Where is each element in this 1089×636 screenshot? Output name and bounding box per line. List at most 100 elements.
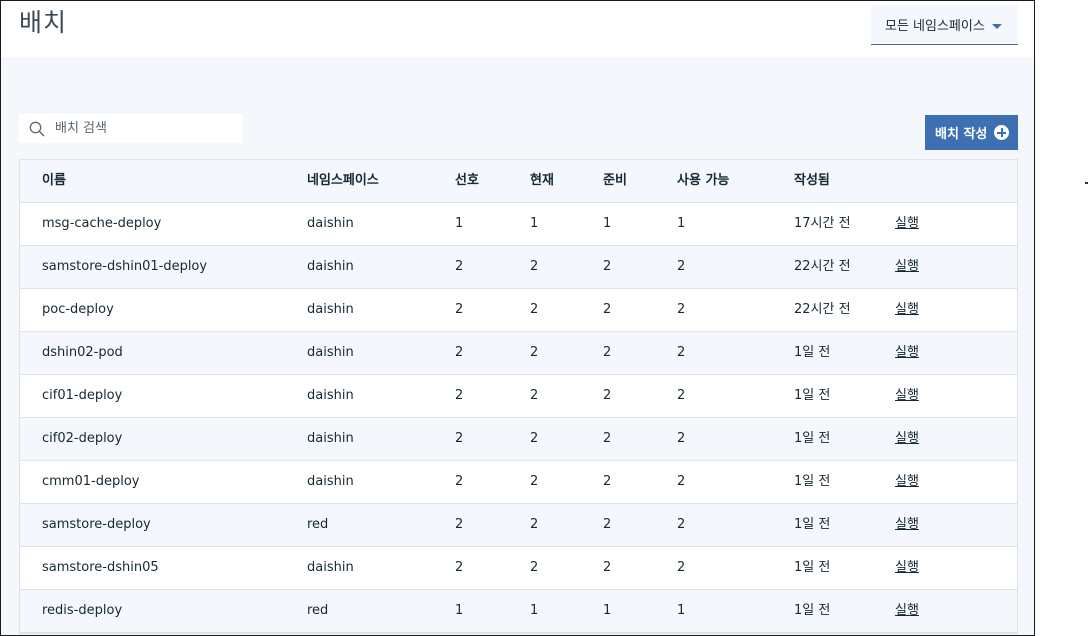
row-available: 2 bbox=[677, 474, 686, 489]
row-namespace: daishin bbox=[307, 474, 354, 489]
row-created: 1일 전 bbox=[794, 474, 831, 489]
create-deployment-label: 배치 작성 bbox=[935, 127, 988, 142]
table-row[interactable]: dshin02-pod daishin 2 2 2 2 1일 전 실행 bbox=[20, 332, 1017, 375]
table-row[interactable]: redis-deploy red 1 1 1 1 1일 전 실행 bbox=[20, 590, 1017, 633]
row-namespace: daishin bbox=[307, 259, 354, 274]
row-name[interactable]: msg-cache-deploy bbox=[42, 203, 161, 245]
main-content: 배치 작성 이름 네임스페이스 선호 현재 준비 사용 가능 작성됨 msg-c… bbox=[1, 57, 1034, 635]
row-available: 2 bbox=[677, 431, 686, 446]
row-ready: 2 bbox=[603, 431, 612, 446]
deployments-table: 이름 네임스페이스 선호 현재 준비 사용 가능 작성됨 msg-cache-d… bbox=[19, 159, 1018, 634]
row-ready: 1 bbox=[603, 216, 612, 231]
column-header-namespace[interactable]: 네임스페이스 bbox=[307, 160, 379, 202]
row-name[interactable]: cif01-deploy bbox=[42, 375, 122, 417]
row-available: 2 bbox=[677, 259, 686, 274]
table-row[interactable]: samstore-dshin05 daishin 2 2 2 2 1일 전 실행 bbox=[20, 547, 1017, 590]
row-run-link[interactable]: 실행 bbox=[895, 547, 919, 589]
row-current: 2 bbox=[530, 388, 539, 403]
row-desired: 2 bbox=[455, 560, 464, 575]
row-desired: 2 bbox=[455, 431, 464, 446]
row-current: 2 bbox=[530, 560, 539, 575]
row-run-link[interactable]: 실행 bbox=[895, 590, 919, 632]
row-name[interactable]: samstore-deploy bbox=[42, 504, 151, 546]
page-header: 배치 모든 네임스페이스 bbox=[1, 1, 1034, 57]
table-row[interactable]: cmm01-deploy daishin 2 2 2 2 1일 전 실행 bbox=[20, 461, 1017, 504]
row-created: 1일 전 bbox=[794, 388, 831, 403]
row-run-link[interactable]: 실행 bbox=[895, 246, 919, 288]
row-available: 2 bbox=[677, 388, 686, 403]
row-ready: 2 bbox=[603, 259, 612, 274]
row-namespace: daishin bbox=[307, 345, 354, 360]
row-created: 22시간 전 bbox=[794, 259, 851, 274]
column-header-available[interactable]: 사용 가능 bbox=[677, 160, 729, 202]
search-box[interactable] bbox=[19, 114, 243, 143]
row-current: 2 bbox=[530, 474, 539, 489]
stray-mark bbox=[1085, 182, 1088, 184]
row-ready: 2 bbox=[603, 474, 612, 489]
row-run-link[interactable]: 실행 bbox=[895, 418, 919, 460]
table-row[interactable]: poc-deploy daishin 2 2 2 2 22시간 전 실행 bbox=[20, 289, 1017, 332]
row-created: 22시간 전 bbox=[794, 302, 851, 317]
row-available: 2 bbox=[677, 517, 686, 532]
row-current: 1 bbox=[530, 603, 539, 618]
row-available: 1 bbox=[677, 216, 686, 231]
row-desired: 2 bbox=[455, 517, 464, 532]
column-header-ready[interactable]: 준비 bbox=[603, 160, 627, 202]
row-ready: 1 bbox=[603, 603, 612, 618]
namespace-dropdown-label: 모든 네임스페이스 bbox=[885, 19, 985, 34]
row-created: 1일 전 bbox=[794, 431, 831, 446]
row-name[interactable]: dshin02-pod bbox=[42, 332, 123, 374]
row-name[interactable]: poc-deploy bbox=[42, 289, 114, 331]
page-title: 배치 bbox=[19, 8, 68, 37]
row-run-link[interactable]: 실행 bbox=[895, 504, 919, 546]
row-created: 17시간 전 bbox=[794, 216, 851, 231]
row-run-link[interactable]: 실행 bbox=[895, 461, 919, 503]
add-circle-icon bbox=[994, 125, 1009, 140]
table-row[interactable]: samstore-dshin01-deploy daishin 2 2 2 2 … bbox=[20, 246, 1017, 289]
row-available: 2 bbox=[677, 560, 686, 575]
row-run-link[interactable]: 실행 bbox=[895, 203, 919, 245]
row-name[interactable]: cif02-deploy bbox=[42, 418, 122, 460]
table-row[interactable]: cif02-deploy daishin 2 2 2 2 1일 전 실행 bbox=[20, 418, 1017, 461]
row-namespace: daishin bbox=[307, 560, 354, 575]
row-current: 2 bbox=[530, 517, 539, 532]
search-input[interactable] bbox=[55, 114, 235, 143]
row-name[interactable]: cmm01-deploy bbox=[42, 461, 139, 503]
row-created: 1일 전 bbox=[794, 517, 831, 532]
row-created: 1일 전 bbox=[794, 603, 831, 618]
row-name[interactable]: redis-deploy bbox=[42, 590, 122, 632]
column-header-desired[interactable]: 선호 bbox=[455, 160, 479, 202]
row-ready: 2 bbox=[603, 388, 612, 403]
row-current: 2 bbox=[530, 345, 539, 360]
row-name[interactable]: samstore-dshin01-deploy bbox=[42, 246, 207, 288]
column-header-created[interactable]: 작성됨 bbox=[794, 160, 830, 202]
row-name[interactable]: samstore-dshin05 bbox=[42, 547, 159, 589]
column-header-current[interactable]: 현재 bbox=[530, 160, 554, 202]
create-deployment-button[interactable]: 배치 작성 bbox=[925, 115, 1018, 150]
row-run-link[interactable]: 실행 bbox=[895, 332, 919, 374]
table-row[interactable]: cif01-deploy daishin 2 2 2 2 1일 전 실행 bbox=[20, 375, 1017, 418]
row-current: 2 bbox=[530, 302, 539, 317]
row-run-link[interactable]: 실행 bbox=[895, 375, 919, 417]
row-namespace: red bbox=[307, 603, 329, 618]
row-desired: 1 bbox=[455, 603, 464, 618]
row-desired: 2 bbox=[455, 388, 464, 403]
app-window: 배치 모든 네임스페이스 배치 작성 이름 네임스페이스 선호 현재 준비 bbox=[0, 0, 1035, 636]
row-available: 1 bbox=[677, 603, 686, 618]
namespace-dropdown[interactable]: 모든 네임스페이스 bbox=[871, 5, 1018, 45]
row-created: 1일 전 bbox=[794, 345, 831, 360]
row-desired: 2 bbox=[455, 474, 464, 489]
row-ready: 2 bbox=[603, 345, 612, 360]
row-desired: 1 bbox=[455, 216, 464, 231]
table-row[interactable]: msg-cache-deploy daishin 1 1 1 1 17시간 전 … bbox=[20, 203, 1017, 246]
row-desired: 2 bbox=[455, 345, 464, 360]
chevron-down-icon bbox=[991, 23, 1002, 29]
row-current: 1 bbox=[530, 216, 539, 231]
row-namespace: daishin bbox=[307, 431, 354, 446]
search-icon bbox=[29, 121, 45, 137]
row-namespace: daishin bbox=[307, 302, 354, 317]
row-run-link[interactable]: 실행 bbox=[895, 289, 919, 331]
column-header-name[interactable]: 이름 bbox=[42, 160, 66, 202]
table-row[interactable]: samstore-deploy red 2 2 2 2 1일 전 실행 bbox=[20, 504, 1017, 547]
row-created: 1일 전 bbox=[794, 560, 831, 575]
